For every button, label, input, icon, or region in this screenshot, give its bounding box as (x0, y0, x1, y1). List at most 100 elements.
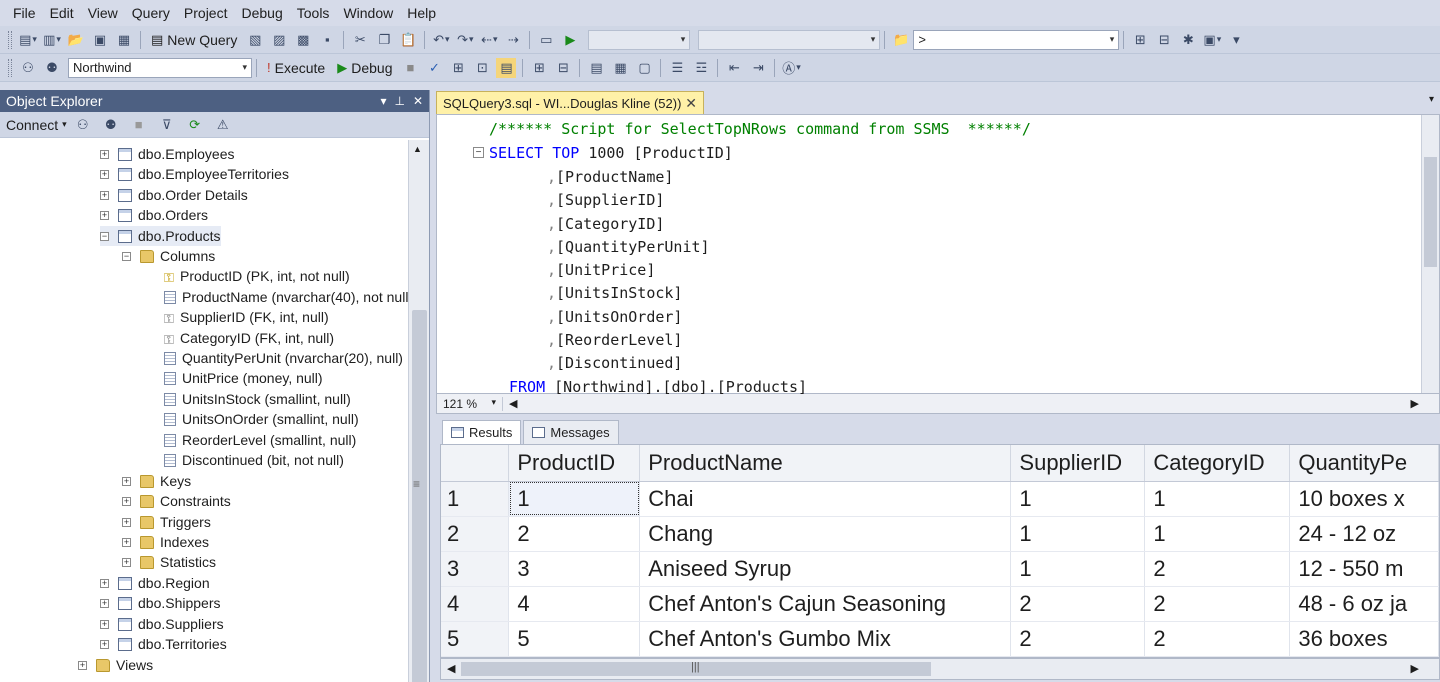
row-number-header[interactable] (441, 445, 510, 482)
table-cell[interactable]: 1 (1010, 481, 1146, 517)
table-cell[interactable]: Chang (639, 516, 1012, 552)
table-cell[interactable]: 36 boxes (1289, 621, 1439, 657)
change-connection-icon[interactable]: ⚉ (42, 58, 62, 78)
menu-help[interactable]: Help (400, 0, 443, 26)
zoom-combo[interactable]: 121 % ▾ (437, 396, 503, 411)
tree-node-column-productname[interactable]: ProductName (nvarchar(40), not null) (164, 287, 408, 307)
toolbar-options-icon[interactable]: ▾ (1226, 30, 1246, 50)
tree-node-column-discontinued[interactable]: Discontinued (bit, not null) (164, 450, 344, 470)
window-position-icon[interactable]: ▾ (380, 94, 386, 108)
tree-node-triggers[interactable]: + Triggers (122, 512, 211, 532)
scroll-right-icon[interactable]: ▶ (1411, 397, 1419, 410)
disconnect-icon[interactable]: ⚉ (101, 115, 121, 135)
display-plan-icon[interactable]: ⊞ (448, 58, 468, 78)
expand-icon[interactable]: + (100, 210, 109, 220)
table-cell[interactable]: Chai (639, 481, 1012, 517)
navigate-icon[interactable]: ⇠ (479, 30, 499, 50)
parse-icon[interactable]: ✓ (424, 58, 444, 78)
results-to-text-icon[interactable]: ▤ (586, 58, 606, 78)
toolbar-grip[interactable] (8, 58, 12, 77)
tree-node-column-unitprice[interactable]: UnitPrice (money, null) (164, 368, 323, 388)
results-grid[interactable]: ProductID ProductName SupplierID Categor… (440, 444, 1440, 658)
connect-button[interactable]: Connect (6, 117, 58, 133)
results-horizontal-scrollbar[interactable]: ◀ ||| ▶ (440, 658, 1440, 680)
table-cell[interactable]: 2 (508, 516, 641, 552)
table-cell[interactable]: 24 - 12 oz (1289, 516, 1439, 552)
tree-node-column-unitsinstock[interactable]: UnitsInStock (smallint, null) (164, 389, 351, 409)
increase-indent-icon[interactable]: ⇥ (748, 58, 768, 78)
debug-button[interactable]: ▶ Debug (331, 60, 398, 76)
expand-icon[interactable]: + (122, 557, 131, 567)
results-to-file-icon[interactable]: ▢ (634, 58, 654, 78)
scrollbar-thumb[interactable] (412, 310, 427, 682)
expand-icon[interactable]: + (122, 517, 131, 527)
refresh-icon[interactable]: ⟳ (185, 115, 205, 135)
table-cell[interactable]: 2 (1010, 621, 1146, 657)
cancel-query-icon[interactable]: ■ (400, 58, 420, 78)
tree-node-column-categoryid[interactable]: ⚿ CategoryID (FK, int, null) (164, 328, 334, 348)
specify-values-icon[interactable]: Ⓐ (781, 58, 801, 78)
table-cell[interactable]: 12 - 550 m (1289, 551, 1439, 587)
table-cell[interactable]: 2 (1144, 621, 1291, 657)
column-header[interactable]: QuantityPe (1289, 445, 1439, 482)
column-header[interactable]: SupplierID (1010, 445, 1146, 482)
column-header[interactable]: ProductName (639, 445, 1012, 482)
find-in-files-icon[interactable]: 📁 (891, 30, 911, 50)
tab-list-dropdown-icon[interactable]: ▾ (1429, 94, 1434, 105)
row-number[interactable]: 2 (441, 516, 510, 552)
screen-icon[interactable]: ▭ (536, 30, 556, 50)
scroll-left-icon[interactable]: ◀ (447, 662, 455, 675)
expand-icon[interactable]: + (122, 537, 131, 547)
paste-icon[interactable]: 📋 (398, 30, 418, 50)
tab-messages[interactable]: Messages (523, 420, 619, 444)
menu-view[interactable]: View (81, 0, 125, 26)
table-cell[interactable]: Chef Anton's Gumbo Mix (639, 621, 1012, 657)
tab-sqlquery3[interactable]: SQLQuery3.sql - WI...Douglas Kline (52))… (436, 91, 704, 114)
add-item-icon[interactable]: ▥ (42, 30, 62, 50)
mdx-query-icon[interactable]: ▩ (293, 30, 313, 50)
table-cell[interactable]: 2 (1144, 551, 1291, 587)
menu-debug[interactable]: Debug (234, 0, 289, 26)
close-icon[interactable]: ✕ (413, 94, 423, 108)
tree-node-employees[interactable]: + dbo.Employees (100, 144, 235, 164)
menu-edit[interactable]: Edit (43, 0, 81, 26)
include-plan-icon[interactable]: ⊞ (529, 58, 549, 78)
table-cell[interactable]: Chef Anton's Cajun Seasoning (639, 586, 1012, 622)
table-cell[interactable]: 3 (508, 551, 641, 587)
menu-query[interactable]: Query (125, 0, 177, 26)
close-tab-icon[interactable]: ✕ (685, 95, 697, 112)
properties-icon[interactable]: ⊟ (1154, 30, 1174, 50)
comment-icon[interactable]: ☰ (667, 58, 687, 78)
tree-node-column-unitsonorder[interactable]: UnitsOnOrder (smallint, null) (164, 409, 359, 429)
toolbar-grip[interactable] (8, 30, 12, 49)
pin-icon[interactable]: ⊥ (394, 94, 404, 108)
solution-platform-combo[interactable]: ▾ (698, 29, 881, 50)
table-cell[interactable]: 4 (508, 586, 641, 622)
collapse-icon[interactable]: − (100, 231, 109, 241)
tree-node-columns[interactable]: − Columns (122, 246, 215, 266)
object-explorer-scrollbar[interactable]: ▲ ≡ (408, 140, 429, 682)
start-icon[interactable]: ▶ (560, 30, 580, 50)
expand-icon[interactable]: + (100, 169, 109, 179)
navigate-forward-icon[interactable]: ⇢ (503, 30, 523, 50)
tree-node-products[interactable]: − dbo.Products (100, 226, 221, 246)
find-combo[interactable]: > ▾ (913, 29, 1120, 50)
solution-explorer-icon[interactable]: ⊞ (1130, 30, 1150, 50)
tree-node-column-quantityperunit[interactable]: QuantityPerUnit (nvarchar(20), null) (164, 348, 403, 368)
table-cell[interactable]: 2 (1010, 586, 1146, 622)
tree-node-orders[interactable]: + dbo.Orders (100, 205, 208, 225)
tree-node-column-supplierid[interactable]: ⚿ SupplierID (FK, int, null) (164, 307, 329, 327)
expand-icon[interactable]: + (122, 496, 131, 506)
tree-node-territories[interactable]: + dbo.Territories (100, 634, 227, 654)
activity-monitor-icon[interactable]: ⚠ (213, 115, 233, 135)
uncomment-icon[interactable]: ☲ (691, 58, 711, 78)
query-editor[interactable]: /****** Script for SelectTopNRows comman… (436, 114, 1440, 396)
table-cell[interactable]: Aniseed Syrup (639, 551, 1012, 587)
scroll-right-icon[interactable]: ▶ (1411, 662, 1419, 675)
table-cell[interactable]: 1 (508, 481, 641, 517)
row-number[interactable]: 1 (441, 481, 510, 517)
redo-icon[interactable]: ↷ (455, 30, 475, 50)
new-query-button[interactable]: ▤ New Query (145, 32, 243, 48)
filter-icon[interactable]: ⊽ (157, 115, 177, 135)
query-designer-icon[interactable]: ⊡ (472, 58, 492, 78)
